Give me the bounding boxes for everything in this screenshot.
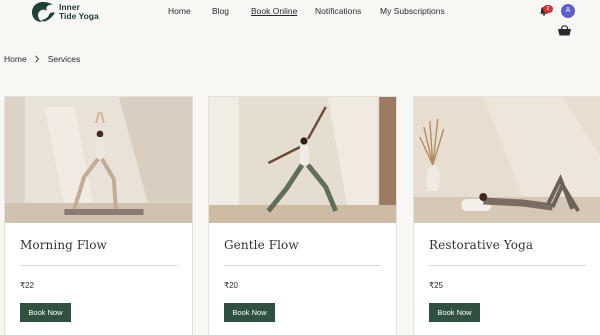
notification-count-badge: 2 (543, 5, 553, 13)
divider (224, 265, 381, 266)
service-price: ₹25 (429, 281, 443, 290)
chevron-right-icon (34, 55, 39, 63)
nav-home[interactable]: Home (168, 6, 191, 16)
service-price: ₹22 (20, 281, 34, 290)
main-nav: Home Blog Book Online Notifications My S… (0, 6, 600, 18)
service-card[interactable]: Gentle Flow ₹20 Book Now (208, 96, 397, 335)
service-image (414, 97, 600, 223)
service-price: ₹20 (224, 281, 238, 290)
divider (20, 265, 177, 266)
service-title[interactable]: Morning Flow (20, 238, 107, 252)
service-title[interactable]: Restorative Yoga (429, 238, 533, 252)
breadcrumb: Home Services (4, 54, 80, 64)
avatar[interactable]: A (561, 4, 575, 18)
divider (429, 265, 586, 266)
breadcrumb-home[interactable]: Home (4, 54, 27, 64)
breadcrumb-current: Services (47, 54, 81, 64)
service-card[interactable]: Morning Flow ₹22 Book Now (4, 96, 193, 335)
service-image (209, 97, 396, 223)
book-now-button[interactable]: Book Now (224, 303, 275, 322)
nav-blog[interactable]: Blog (212, 6, 229, 16)
service-title[interactable]: Gentle Flow (224, 238, 299, 252)
service-card[interactable]: Restorative Yoga ₹25 Book Now (413, 96, 600, 335)
nav-my-subscriptions[interactable]: My Subscriptions (380, 6, 445, 16)
book-now-button[interactable]: Book Now (429, 303, 480, 322)
cart-icon[interactable] (557, 25, 572, 36)
book-now-button[interactable]: Book Now (20, 303, 71, 322)
site-header: Inner Tide Yoga Home Blog Book Online No… (0, 0, 600, 40)
service-image (5, 97, 192, 223)
nav-book-online[interactable]: Book Online (251, 6, 297, 16)
nav-notifications[interactable]: Notifications (315, 6, 361, 16)
